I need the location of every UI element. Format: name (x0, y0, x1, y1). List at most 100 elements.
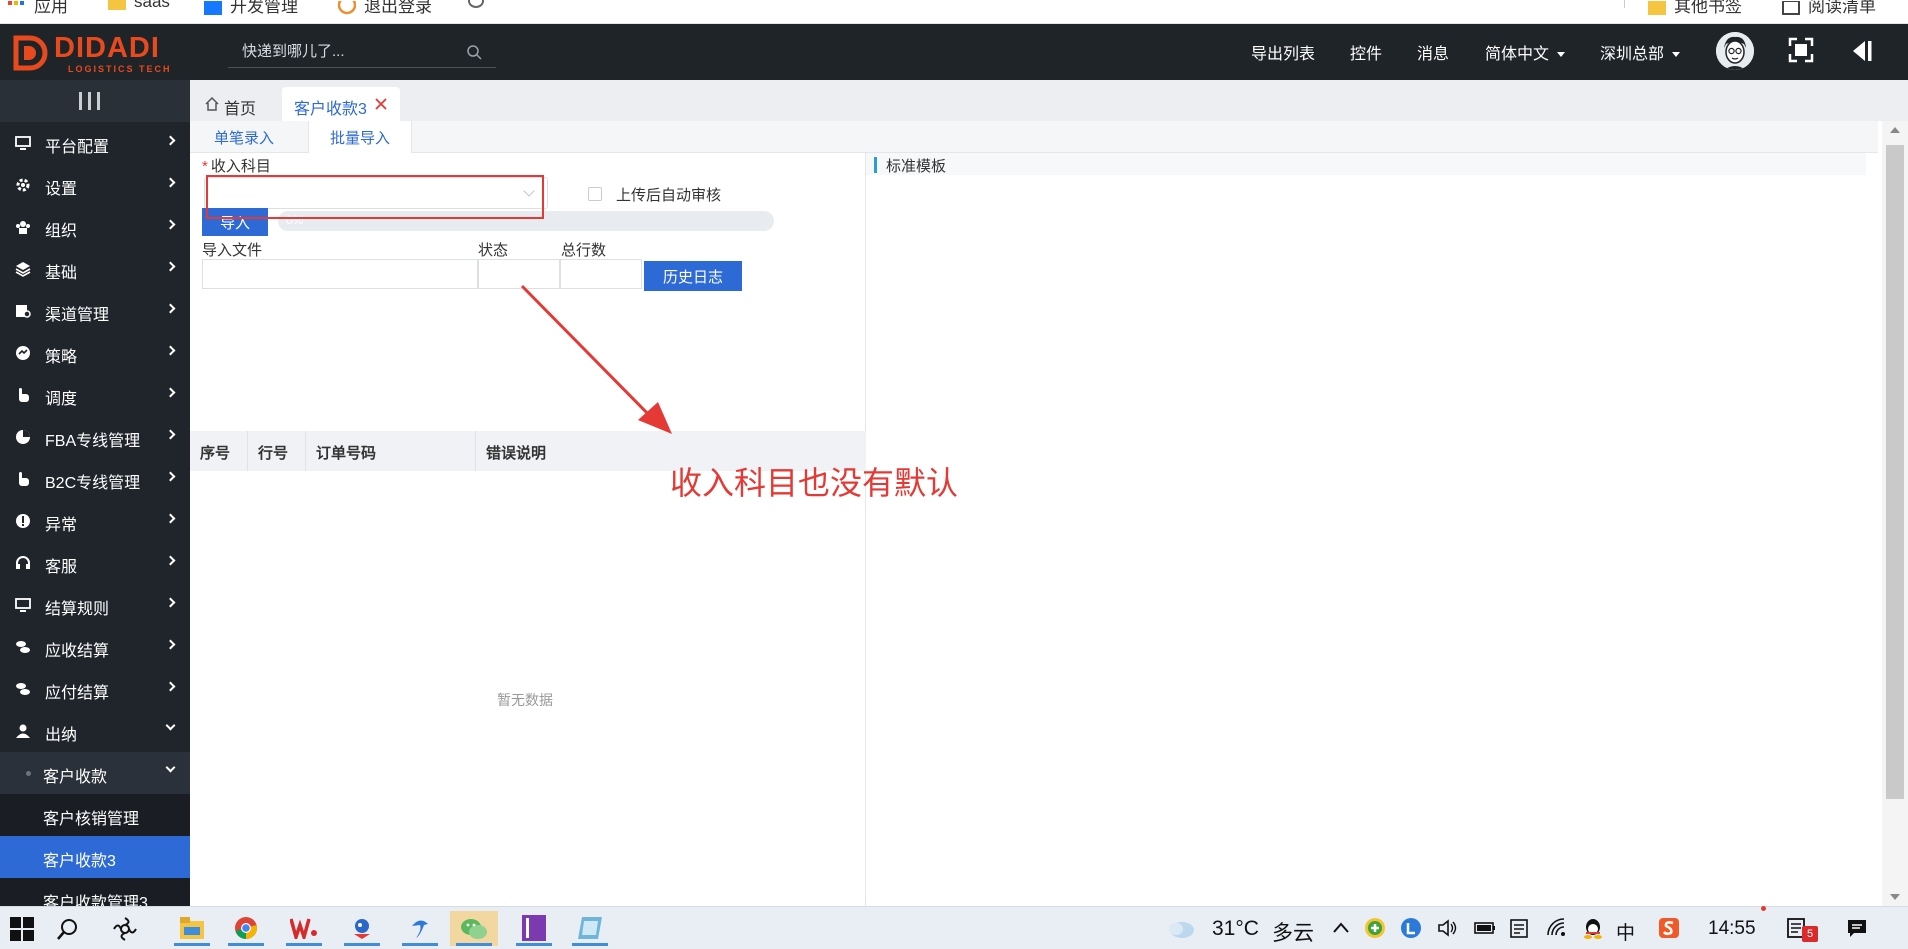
tab-single-entry[interactable]: 单笔录入 (214, 127, 274, 153)
bookmark-apps[interactable]: 应用 (8, 0, 68, 16)
security-tray-icon[interactable] (1364, 917, 1386, 939)
search-icon[interactable] (466, 44, 482, 60)
close-icon[interactable] (374, 97, 388, 111)
weather-desc[interactable]: 多云 (1272, 917, 1314, 947)
sidebar-item-strategy[interactable]: 策略 (0, 332, 190, 374)
windows-start-icon[interactable] (10, 917, 34, 941)
sidebar-item-channel-mgmt[interactable]: 渠道管理 (0, 290, 190, 332)
battery-icon[interactable] (1474, 917, 1496, 939)
clock-time[interactable]: 14:55 (1708, 918, 1756, 940)
monitor-icon (15, 136, 31, 150)
column-order-no[interactable]: 订单号码 (306, 431, 476, 471)
column-line[interactable]: 行号 (248, 431, 306, 471)
column-seq[interactable]: 序号 (190, 431, 248, 471)
chevron-down-icon (1557, 52, 1566, 58)
logo-mark-icon (13, 35, 48, 71)
sidebar-item-cashier[interactable]: 出纳 (0, 710, 190, 752)
import-form-pane: * 收入科目 上传后自动审核 导入 0% 导入文件 状态 总行数 历史日志 序号 … (190, 153, 866, 906)
bookmark-dev[interactable]: 开发管理 (204, 0, 298, 16)
collapse-panel-icon[interactable] (1848, 38, 1874, 64)
fullscreen-icon[interactable] (1788, 37, 1814, 63)
notification-badge: 5 (1802, 926, 1818, 942)
status-field (478, 259, 560, 289)
task-view-icon[interactable] (112, 916, 138, 942)
scroll-down-icon[interactable] (1890, 894, 1900, 900)
volume-icon[interactable] (1436, 917, 1458, 939)
rows-label: 总行数 (561, 242, 607, 259)
sidebar-item-receivable[interactable]: 应收结算 (0, 626, 190, 668)
alert-icon (16, 514, 30, 528)
scroll-up-icon[interactable] (1890, 127, 1900, 133)
chevron-right-icon (165, 135, 176, 146)
bookmark-saas[interactable]: saas (108, 0, 170, 12)
qq-icon[interactable] (1582, 917, 1604, 939)
layers-icon (15, 262, 31, 277)
sidebar-toggle[interactable] (0, 80, 190, 122)
taskbar-wechat[interactable] (450, 911, 498, 946)
weather-temp[interactable]: 31°C (1212, 917, 1259, 941)
weather-cloud-icon[interactable] (1166, 915, 1196, 941)
page-tabs: 首页 客户收款3 (190, 80, 1908, 121)
sidebar-item-verification-mgmt[interactable]: 客户核销管理 (0, 794, 190, 836)
sidebar-item-settings[interactable]: 设置 (0, 164, 190, 206)
l-app-tray-icon[interactable] (1400, 917, 1422, 939)
sidebar-item-customer-service[interactable]: 客服 (0, 542, 190, 584)
sidebar-item-platform-config[interactable]: 平台配置 (0, 122, 190, 164)
coins-icon (16, 641, 30, 653)
sogou-ime-icon[interactable] (1658, 917, 1680, 939)
sidebar-item-payable[interactable]: 应付结算 (0, 668, 190, 710)
nav-language[interactable]: 简体中文 (1485, 40, 1566, 64)
bookmark-other[interactable]: 其他书签 (1648, 0, 1742, 16)
chevron-up-icon[interactable] (1330, 917, 1352, 939)
sidebar-item-receipts-mgmt-3[interactable]: 客户收款管理3 (0, 878, 190, 906)
nav-messages[interactable]: 消息 (1417, 40, 1449, 64)
taskbar-file-explorer[interactable] (168, 911, 216, 946)
status-label: 状态 (478, 242, 509, 259)
tracking-search-input[interactable] (242, 43, 462, 60)
history-icon[interactable] (468, 0, 484, 8)
sidebar-item-settlement-rules[interactable]: 结算规则 (0, 584, 190, 626)
sidebar-item-customer-receipts[interactable]: 客户收款 (0, 752, 190, 794)
windows-taskbar: 31°C 多云 中 14:55 5 (0, 906, 1908, 949)
chevron-right-icon (165, 597, 176, 608)
sidebar-item-b2c[interactable]: B2C专线管理 (0, 458, 190, 500)
auto-audit-checkbox[interactable] (588, 187, 602, 201)
main-content: 单笔录入 批量导入 * 收入科目 上传后自动审核 导入 0% 导入文件 状态 总行… (190, 121, 1878, 906)
taskbar-notepad[interactable] (566, 911, 614, 946)
nav-export-list[interactable]: 导出列表 (1251, 40, 1315, 64)
bookmark-logout[interactable]: 退出登录 (338, 0, 432, 16)
sidebar-item-dispatch[interactable]: 调度 (0, 374, 190, 416)
wifi-icon[interactable] (1546, 917, 1568, 939)
chevron-right-icon (165, 345, 176, 356)
reading-list-icon (1782, 0, 1800, 15)
taskbar-chrome[interactable] (222, 911, 270, 946)
bookmark-reading-list[interactable]: 阅读清单 (1782, 0, 1876, 16)
ime-indicator[interactable]: 中 (1616, 918, 1635, 945)
user-icon (16, 724, 30, 738)
chevron-right-icon (165, 429, 176, 440)
page-scrollbar[interactable] (1882, 121, 1908, 906)
taskbar-arrow-app[interactable] (396, 911, 444, 946)
sidebar-item-organization[interactable]: 组织 (0, 206, 190, 248)
action-center-icon[interactable] (1846, 917, 1868, 939)
taskbar-bird-app[interactable] (338, 911, 386, 946)
sidebar-item-fba[interactable]: FBA专线管理 (0, 416, 190, 458)
taskbar-rp[interactable] (510, 911, 558, 946)
required-mark: * (202, 158, 208, 175)
brand-logo[interactable]: DIDADI LOGISTICS TECH (12, 30, 172, 76)
annotation-highlight-box (206, 175, 544, 219)
nav-branch[interactable]: 深圳总部 (1600, 40, 1681, 64)
tab-customer-receipts-3[interactable]: 客户收款3 (282, 87, 400, 121)
tab-batch-import[interactable]: 批量导入 (308, 121, 413, 153)
taskbar-wps[interactable] (280, 911, 328, 946)
sidebar-item-customer-receipts-3[interactable]: 客户收款3 (0, 836, 190, 878)
import-file-field[interactable] (202, 259, 478, 289)
search-icon[interactable] (56, 917, 80, 941)
nav-widgets[interactable]: 控件 (1350, 40, 1382, 64)
sidebar-item-exception[interactable]: 异常 (0, 500, 190, 542)
user-avatar[interactable] (1716, 32, 1754, 70)
history-log-button[interactable]: 历史日志 (644, 261, 742, 291)
clipboard-tray-icon[interactable] (1508, 917, 1530, 939)
sidebar-item-basic[interactable]: 基础 (0, 248, 190, 290)
scroll-thumb[interactable] (1886, 145, 1904, 799)
